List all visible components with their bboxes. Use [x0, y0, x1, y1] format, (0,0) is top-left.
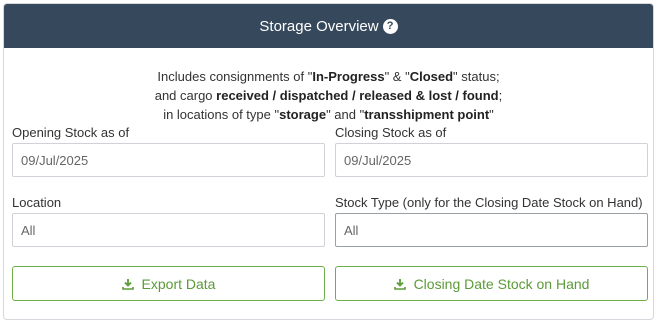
closing-date-stock-label: Closing Date Stock on Hand	[413, 275, 590, 292]
closing-stock-label: Closing Stock as of	[335, 125, 447, 140]
panel-title: Storage Overview	[259, 17, 379, 35]
export-data-label: Export Data	[141, 275, 216, 292]
opening-stock-label: Opening Stock as of	[12, 125, 130, 140]
info-line-2: and cargo received / dispatched / releas…	[154, 88, 503, 103]
info-line-1: Includes consignments of "In-Progress" &…	[157, 69, 500, 84]
closing-date-stock-button[interactable]: Closing Date Stock on Hand	[335, 266, 648, 301]
location-label: Location	[12, 195, 62, 210]
download-icon	[121, 278, 134, 290]
help-icon[interactable]: ?	[382, 18, 398, 34]
closing-stock-date-input[interactable]: 09/Jul/2025	[335, 143, 648, 177]
info-text: Includes consignments of "In-Progress" &…	[4, 67, 653, 124]
panel-header: Storage Overview ?	[4, 4, 653, 48]
storage-overview-panel: Storage Overview ? Includes consignments…	[3, 3, 654, 320]
opening-stock-date-input[interactable]: 09/Jul/2025	[12, 143, 325, 177]
download-icon	[393, 278, 406, 290]
stock-type-label: Stock Type (only for the Closing Date St…	[335, 195, 643, 210]
info-line-3: in locations of type "storage" and "tran…	[163, 107, 494, 122]
export-data-button[interactable]: Export Data	[12, 266, 325, 301]
location-select[interactable]: All	[12, 213, 325, 247]
stock-type-select[interactable]: All	[335, 213, 648, 247]
